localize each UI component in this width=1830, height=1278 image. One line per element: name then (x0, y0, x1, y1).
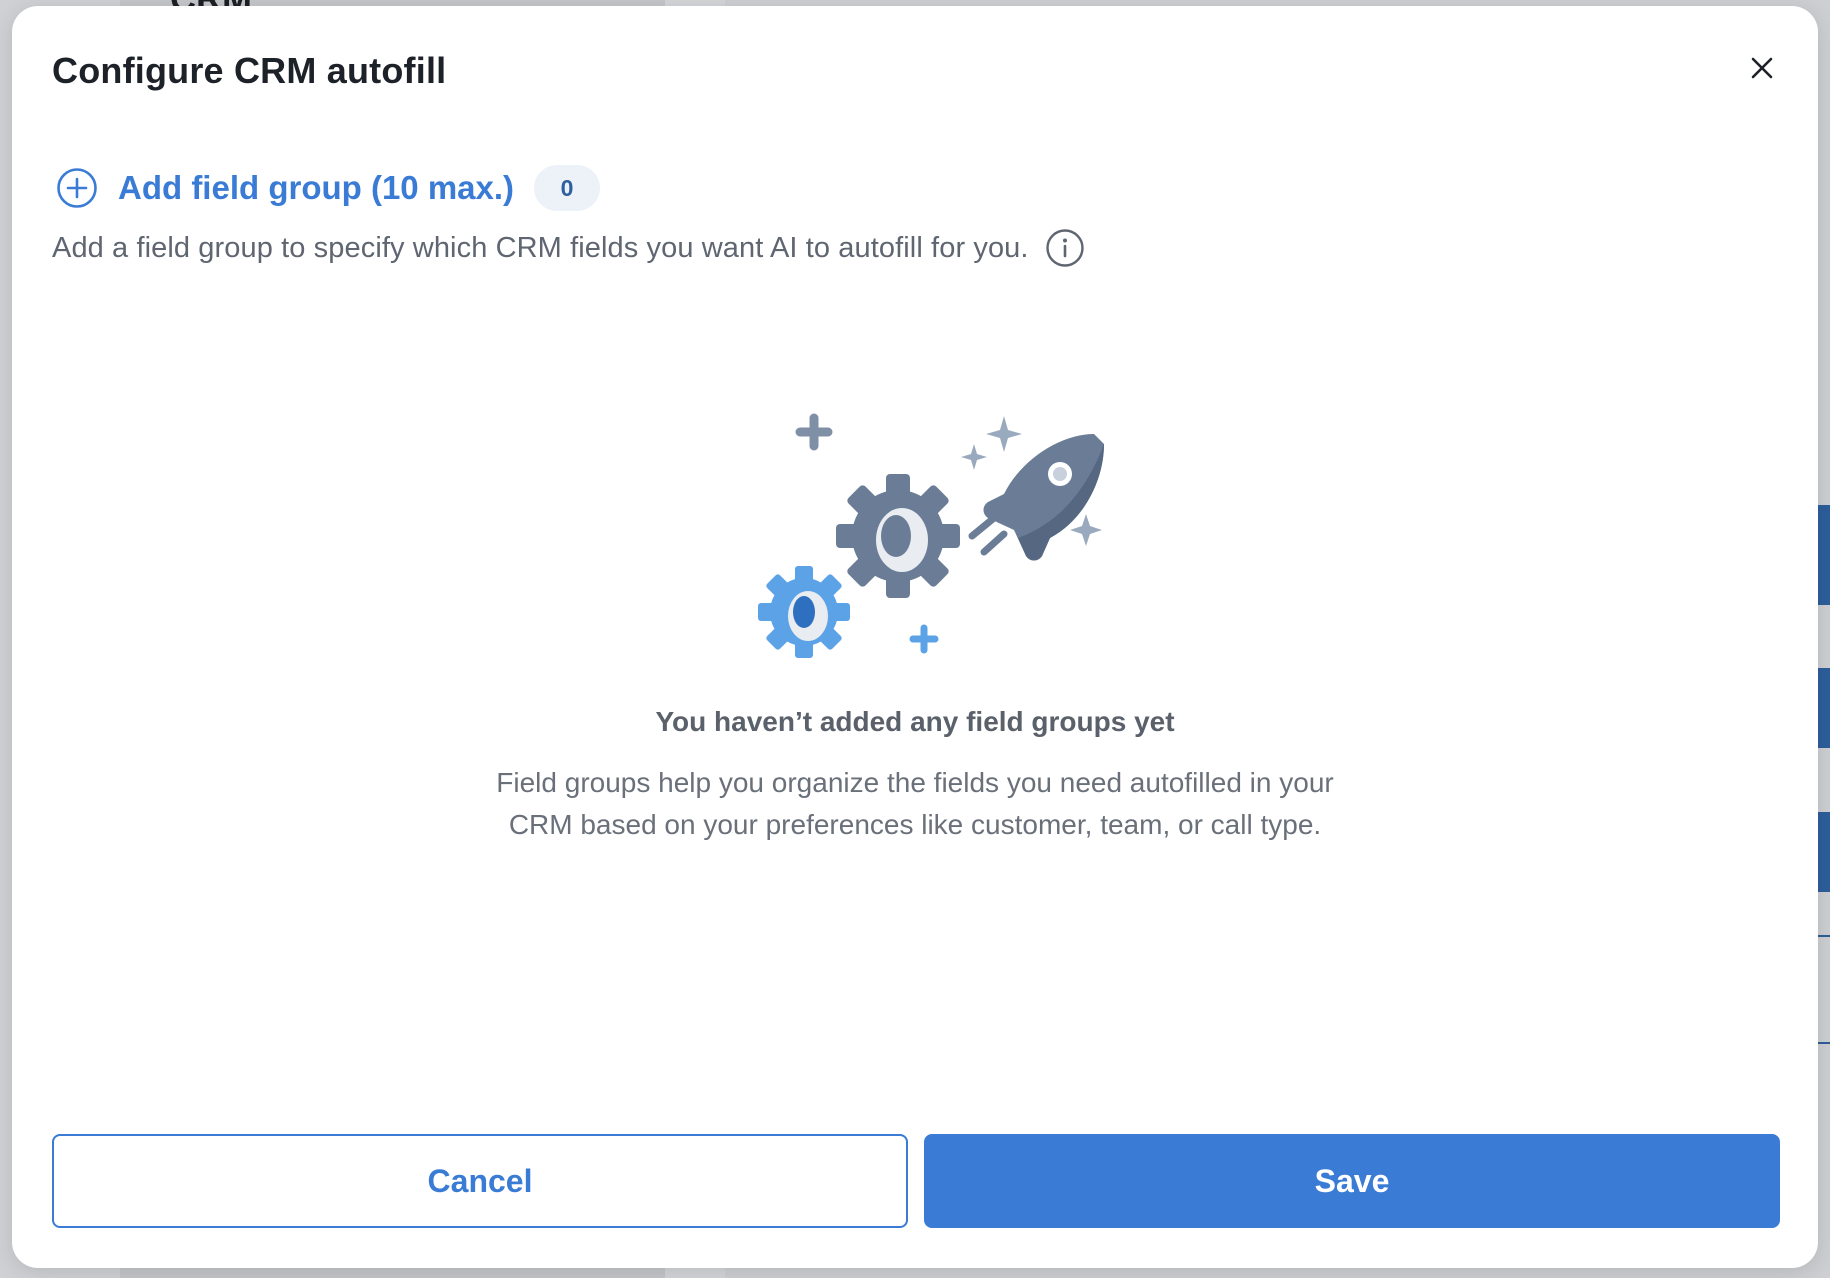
info-button[interactable] (1045, 228, 1085, 268)
sparkle-plus-icon (795, 413, 833, 451)
empty-state-title: You haven’t added any field groups yet (655, 706, 1175, 737)
modal-title: Configure CRM autofill (52, 50, 447, 91)
gear-icon (758, 566, 850, 658)
rocket-icon (968, 434, 1104, 561)
info-icon (1045, 229, 1084, 267)
empty-state-description-line: Field groups help you organize the field… (496, 767, 1334, 798)
field-group-count-badge: 0 (534, 165, 601, 211)
add-field-group-row: Add field group (10 max.) 0 (56, 162, 601, 214)
description-row: Add a field group to specify which CRM f… (52, 226, 1085, 270)
rocket-gears-illustration (758, 413, 1104, 658)
close-button[interactable] (1742, 48, 1782, 88)
background-accent-bar (1818, 812, 1830, 892)
configure-crm-autofill-modal: Configure CRM autofill Add field group (… (12, 6, 1818, 1268)
plus-circle-icon (57, 168, 97, 208)
sparkle-plus-icon (909, 624, 939, 654)
empty-state-description: Field groups help you organize the field… (12, 762, 1818, 846)
save-button[interactable]: Save (924, 1134, 1780, 1228)
description-text: Add a field group to specify which CRM f… (52, 231, 1029, 264)
background-accent-bar (1818, 668, 1830, 748)
cancel-button[interactable]: Cancel (52, 1134, 908, 1228)
empty-state-description-line: CRM based on your preferences like custo… (508, 809, 1322, 840)
close-icon (1751, 57, 1773, 79)
background-accent-bar (1818, 505, 1830, 605)
add-field-group-label: Add field group (10 max.) (118, 169, 515, 206)
add-field-group-button[interactable]: Add field group (10 max.) (56, 167, 514, 209)
gear-icon (836, 474, 960, 598)
